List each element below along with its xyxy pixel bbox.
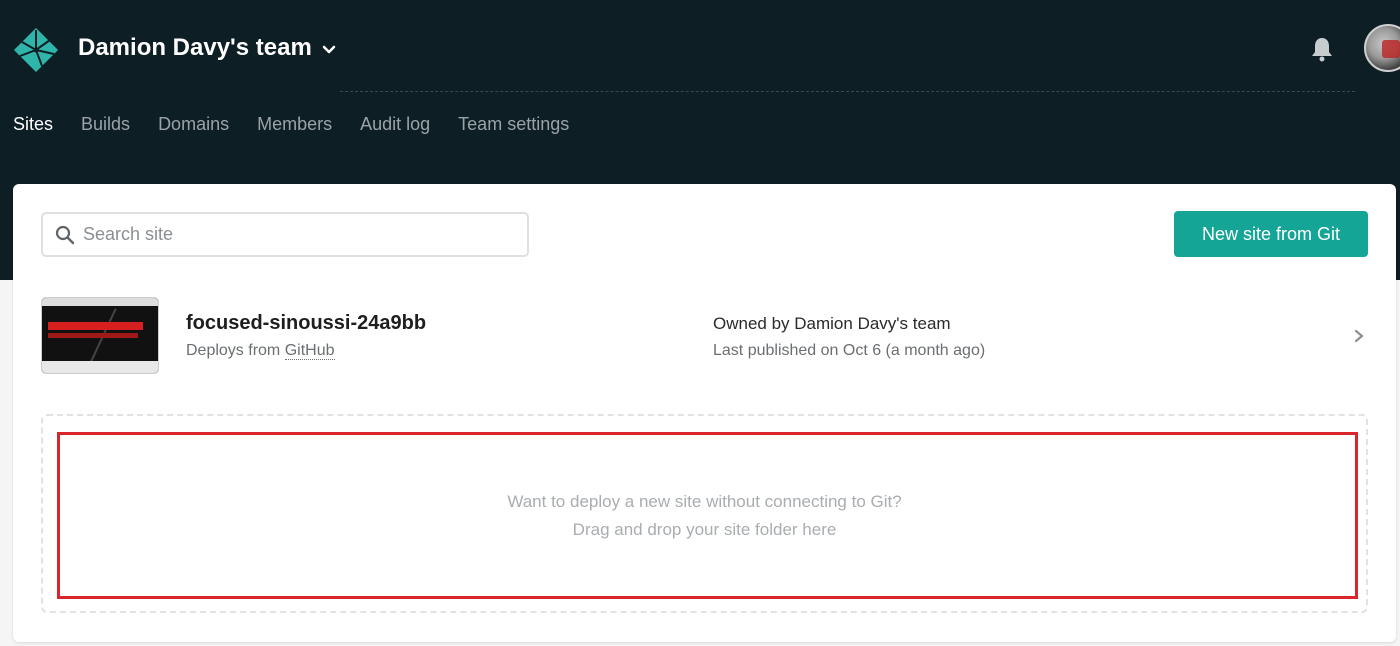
site-owner: Owned by Damion Davy's team <box>713 314 951 334</box>
search-input[interactable] <box>83 224 503 245</box>
drag-drop-zone[interactable]: Want to deploy a new site without connec… <box>41 414 1368 613</box>
tab-team-settings[interactable]: Team settings <box>458 114 569 135</box>
tab-members[interactable]: Members <box>257 114 332 135</box>
site-deploy-source: Deploys from GitHub <box>186 342 335 360</box>
user-avatar[interactable] <box>1364 24 1400 72</box>
sites-card: New site from Git focused-sinoussi-24a9b… <box>13 184 1396 642</box>
chevron-right-icon[interactable] <box>1353 328 1365 344</box>
tab-audit-log[interactable]: Audit log <box>360 114 430 135</box>
owner-name: Damion Davy's team <box>794 314 951 333</box>
thumbnail-subbanner <box>48 333 138 338</box>
owned-prefix: Owned by <box>713 314 795 333</box>
dropzone-text: Want to deploy a new site without connec… <box>43 488 1366 544</box>
bell-icon[interactable] <box>1311 36 1333 62</box>
netlify-logo-icon[interactable] <box>12 26 60 74</box>
search-icon <box>55 225 75 244</box>
thumbnail-footer <box>42 361 158 373</box>
site-row[interactable]: focused-sinoussi-24a9bb Deploys from Git… <box>13 294 1396 376</box>
tab-domains[interactable]: Domains <box>158 114 229 135</box>
dropzone-line-2: Drag and drop your site folder here <box>572 520 837 539</box>
new-site-from-git-button[interactable]: New site from Git <box>1174 211 1368 257</box>
site-thumbnail[interactable] <box>41 297 159 374</box>
avatar-image <box>1382 40 1400 58</box>
team-nav: Sites Builds Domains Members Audit log T… <box>13 114 597 135</box>
site-last-published: Last published on Oct 6 (a month ago) <box>713 342 986 359</box>
thumbnail-topbar <box>42 298 158 306</box>
deploy-source-link[interactable]: GitHub <box>284 342 335 360</box>
tab-sites[interactable]: Sites <box>13 114 53 135</box>
thumbnail-banner <box>48 322 143 330</box>
search-box[interactable] <box>41 212 529 257</box>
header-divider <box>340 91 1355 92</box>
tab-builds[interactable]: Builds <box>81 114 130 135</box>
team-switcher[interactable]: Damion Davy's team <box>78 34 336 62</box>
dropzone-line-1: Want to deploy a new site without connec… <box>507 492 902 511</box>
team-name[interactable]: Damion Davy's team <box>78 34 312 62</box>
site-name[interactable]: focused-sinoussi-24a9bb <box>186 312 426 335</box>
chevron-down-icon[interactable] <box>322 43 336 57</box>
deploys-prefix: Deploys from <box>186 342 285 359</box>
